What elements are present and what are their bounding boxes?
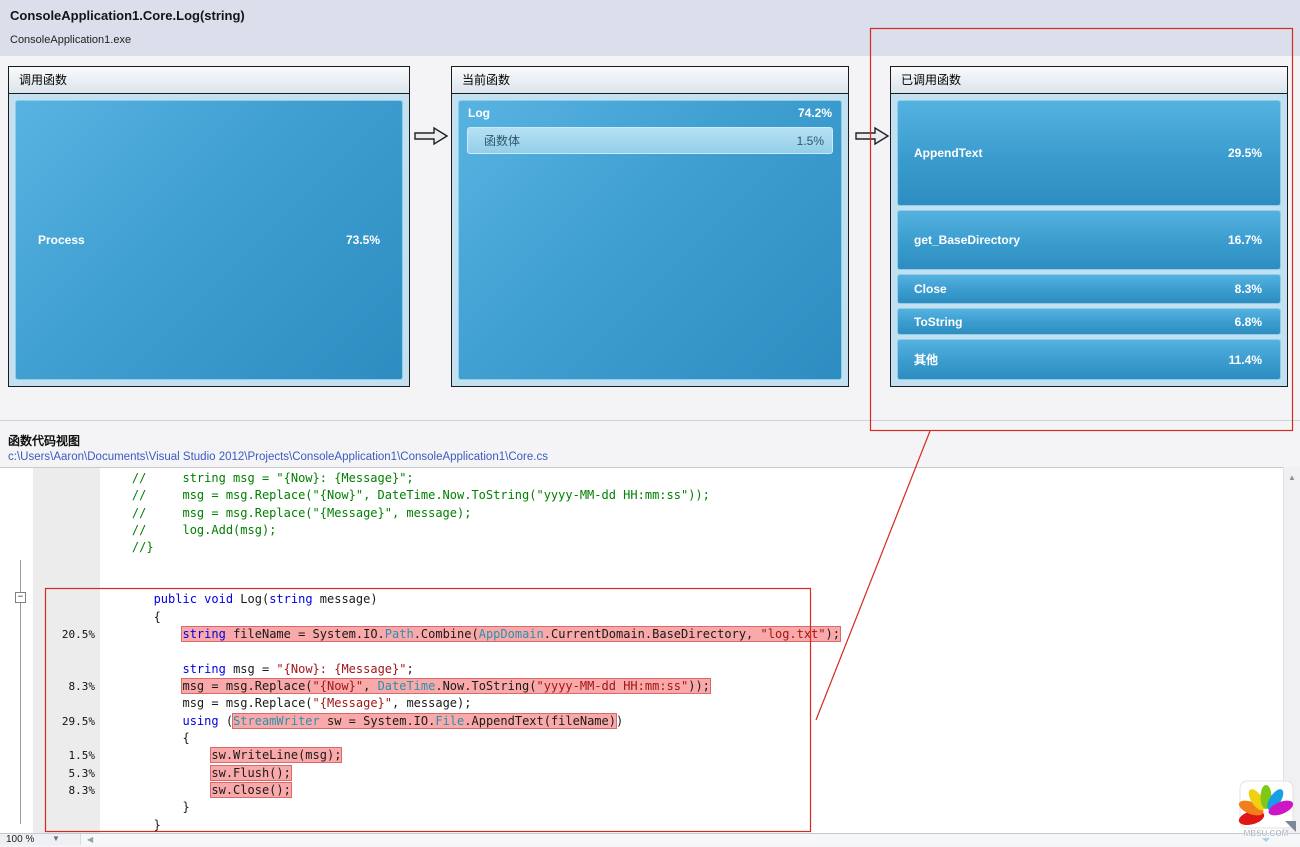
sample-percentage: 8.3% bbox=[30, 680, 95, 693]
current-function-value: 74.2% bbox=[798, 106, 832, 120]
page-title: ConsoleApplication1.Core.Log(string) bbox=[10, 8, 245, 23]
current-function-box[interactable]: Log 74.2% 函数体 1.5% bbox=[458, 100, 842, 380]
code-line: 8.3% msg = msg.Replace("{Now}", DateTime… bbox=[0, 678, 1280, 695]
vertical-scrollbar[interactable]: ▲ bbox=[1283, 467, 1300, 833]
callee-function-value: 11.4% bbox=[1229, 353, 1262, 367]
code-line: } bbox=[0, 799, 1280, 816]
code-line: string msg = "{Now}: {Message}"; bbox=[0, 661, 1280, 678]
callee-function-label: get_BaseDirectory bbox=[914, 233, 1020, 247]
callee-function-value: 6.8% bbox=[1235, 315, 1262, 329]
code-text: // msg = msg.Replace("{Message}", messag… bbox=[103, 506, 471, 520]
code-text: // log.Add(msg); bbox=[103, 523, 276, 537]
watermark-logo: MBSU.COM bbox=[1236, 780, 1298, 842]
code-text: msg = msg.Replace("{Message}", message); bbox=[103, 696, 471, 710]
code-line: 1.5% sw.WriteLine(msg); bbox=[0, 747, 1280, 764]
caller-function-box[interactable]: Process 73.5% bbox=[15, 100, 403, 380]
code-line: //} bbox=[0, 539, 1280, 556]
flow-arrow-icon bbox=[414, 126, 448, 146]
code-text: using (StreamWriter sw = System.IO.File.… bbox=[103, 714, 623, 728]
zoom-caret-icon[interactable]: ▼ bbox=[52, 834, 60, 843]
code-text: string msg = "{Now}: {Message}"; bbox=[103, 662, 414, 676]
function-body-label: 函数体 bbox=[484, 132, 520, 149]
zoom-level[interactable]: 100 % bbox=[6, 834, 34, 845]
function-details-header: ConsoleApplication1.Core.Log(string) Con… bbox=[0, 0, 1300, 56]
callee-function-box[interactable]: ToString 6.8% bbox=[897, 308, 1281, 335]
code-view-title: 函数代码视图 bbox=[8, 432, 80, 449]
status-bar: 100 % ▼ ◀ bbox=[0, 833, 1300, 845]
current-function-panel: 当前函数 Log 74.2% 函数体 1.5% bbox=[451, 66, 849, 387]
caller-function-value: 73.5% bbox=[346, 233, 380, 247]
code-view-header: 函数代码视图 c:\Users\Aaron\Documents\Visual S… bbox=[0, 420, 1300, 467]
calling-functions-panel: 调用函数 Process 73.5% bbox=[8, 66, 410, 387]
sample-percentage: 1.5% bbox=[30, 749, 95, 762]
callee-function-value: 16.7% bbox=[1228, 233, 1262, 247]
code-line: public void Log(string message) bbox=[0, 591, 1280, 608]
current-function-title: 当前函数 bbox=[452, 67, 848, 94]
horizontal-scrollbar[interactable]: ◀ bbox=[80, 834, 1300, 845]
code-line: { bbox=[0, 609, 1280, 626]
calling-functions-title: 调用函数 bbox=[9, 67, 409, 94]
callee-function-box[interactable]: Close 8.3% bbox=[897, 274, 1281, 304]
flow-arrow-icon bbox=[855, 126, 889, 146]
code-line: 5.3% sw.Flush(); bbox=[0, 765, 1280, 782]
callee-function-box[interactable]: get_BaseDirectory 16.7% bbox=[897, 210, 1281, 270]
current-function-label: Log bbox=[468, 106, 490, 120]
callee-function-label: ToString bbox=[914, 315, 962, 329]
calling-functions-body: Process 73.5% bbox=[9, 94, 409, 386]
code-line: { bbox=[0, 730, 1280, 747]
caller-function-label: Process bbox=[38, 233, 85, 247]
scroll-left-icon[interactable]: ◀ bbox=[87, 835, 93, 844]
callee-function-label: 其他 bbox=[914, 351, 938, 368]
called-functions-panel: 已调用函数 AppendText 29.5% get_BaseDirectory 16… bbox=[890, 66, 1288, 387]
callee-function-label: AppendText bbox=[914, 146, 982, 160]
sample-percentage: 29.5% bbox=[30, 715, 95, 728]
source-file-path-link[interactable]: c:\Users\Aaron\Documents\Visual Studio 2… bbox=[8, 451, 548, 463]
code-line: // msg = msg.Replace("{Message}", messag… bbox=[0, 505, 1280, 522]
code-line: msg = msg.Replace("{Message}", message); bbox=[0, 695, 1280, 712]
svg-text:MBSU.COM: MBSU.COM bbox=[1244, 829, 1289, 838]
callee-function-label: Close bbox=[914, 282, 947, 296]
code-text: sw.Flush(); bbox=[103, 766, 291, 780]
code-text: // string msg = "{Now}: {Message}"; bbox=[103, 471, 414, 485]
sample-percentage: 5.3% bbox=[30, 767, 95, 780]
sample-percentage: 8.3% bbox=[30, 784, 95, 797]
code-line: 8.3% sw.Close(); bbox=[0, 782, 1280, 799]
current-function-body: Log 74.2% 函数体 1.5% bbox=[452, 94, 848, 386]
code-line: 20.5% string fileName = System.IO.Path.C… bbox=[0, 626, 1280, 643]
code-line: // string msg = "{Now}: {Message}"; bbox=[0, 470, 1280, 487]
callee-function-value: 8.3% bbox=[1235, 282, 1262, 296]
code-text: sw.Close(); bbox=[103, 783, 291, 797]
code-text: msg = msg.Replace("{Now}", DateTime.Now.… bbox=[103, 679, 710, 693]
code-line: // log.Add(msg); bbox=[0, 522, 1280, 539]
function-flow-zone: 调用函数 Process 73.5% 当前函数 Log 74.2% 函数体 bbox=[0, 56, 1300, 420]
function-body-box[interactable]: 函数体 1.5% bbox=[467, 127, 833, 154]
called-functions-title: 已调用函数 bbox=[891, 67, 1287, 94]
code-text: { bbox=[103, 610, 161, 624]
callee-function-box[interactable]: AppendText 29.5% bbox=[897, 100, 1281, 206]
function-body-value: 1.5% bbox=[797, 134, 824, 148]
scroll-up-icon[interactable]: ▲ bbox=[1288, 473, 1296, 482]
callee-function-box[interactable]: 其他 11.4% bbox=[897, 339, 1281, 380]
code-line: // msg = msg.Replace("{Now}", DateTime.N… bbox=[0, 487, 1280, 504]
sample-percentage: 20.5% bbox=[30, 628, 95, 641]
code-text: } bbox=[103, 818, 161, 832]
code-line: 29.5% using (StreamWriter sw = System.IO… bbox=[0, 713, 1280, 730]
code-text: { bbox=[103, 731, 190, 745]
code-text: public void Log(string message) bbox=[103, 592, 378, 606]
code-line bbox=[0, 643, 1280, 660]
module-name: ConsoleApplication1.exe bbox=[10, 34, 131, 46]
flower-logo-icon: MBSU.COM bbox=[1236, 780, 1298, 842]
code-text: sw.WriteLine(msg); bbox=[103, 748, 341, 762]
code-text: // msg = msg.Replace("{Now}", DateTime.N… bbox=[103, 488, 710, 502]
code-editor: − // string msg = "{Now}: {Message}"; //… bbox=[0, 467, 1300, 833]
code-text: } bbox=[103, 800, 190, 814]
code-line: } bbox=[0, 817, 1280, 834]
code-text: //} bbox=[103, 540, 154, 554]
called-functions-body: AppendText 29.5% get_BaseDirectory 16.7% Clo… bbox=[891, 94, 1287, 386]
code-line bbox=[0, 557, 1280, 574]
code-lines: // string msg = "{Now}: {Message}"; // m… bbox=[0, 470, 1280, 834]
code-text: string fileName = System.IO.Path.Combine… bbox=[103, 627, 840, 641]
callee-function-value: 29.5% bbox=[1228, 146, 1262, 160]
code-line bbox=[0, 574, 1280, 591]
